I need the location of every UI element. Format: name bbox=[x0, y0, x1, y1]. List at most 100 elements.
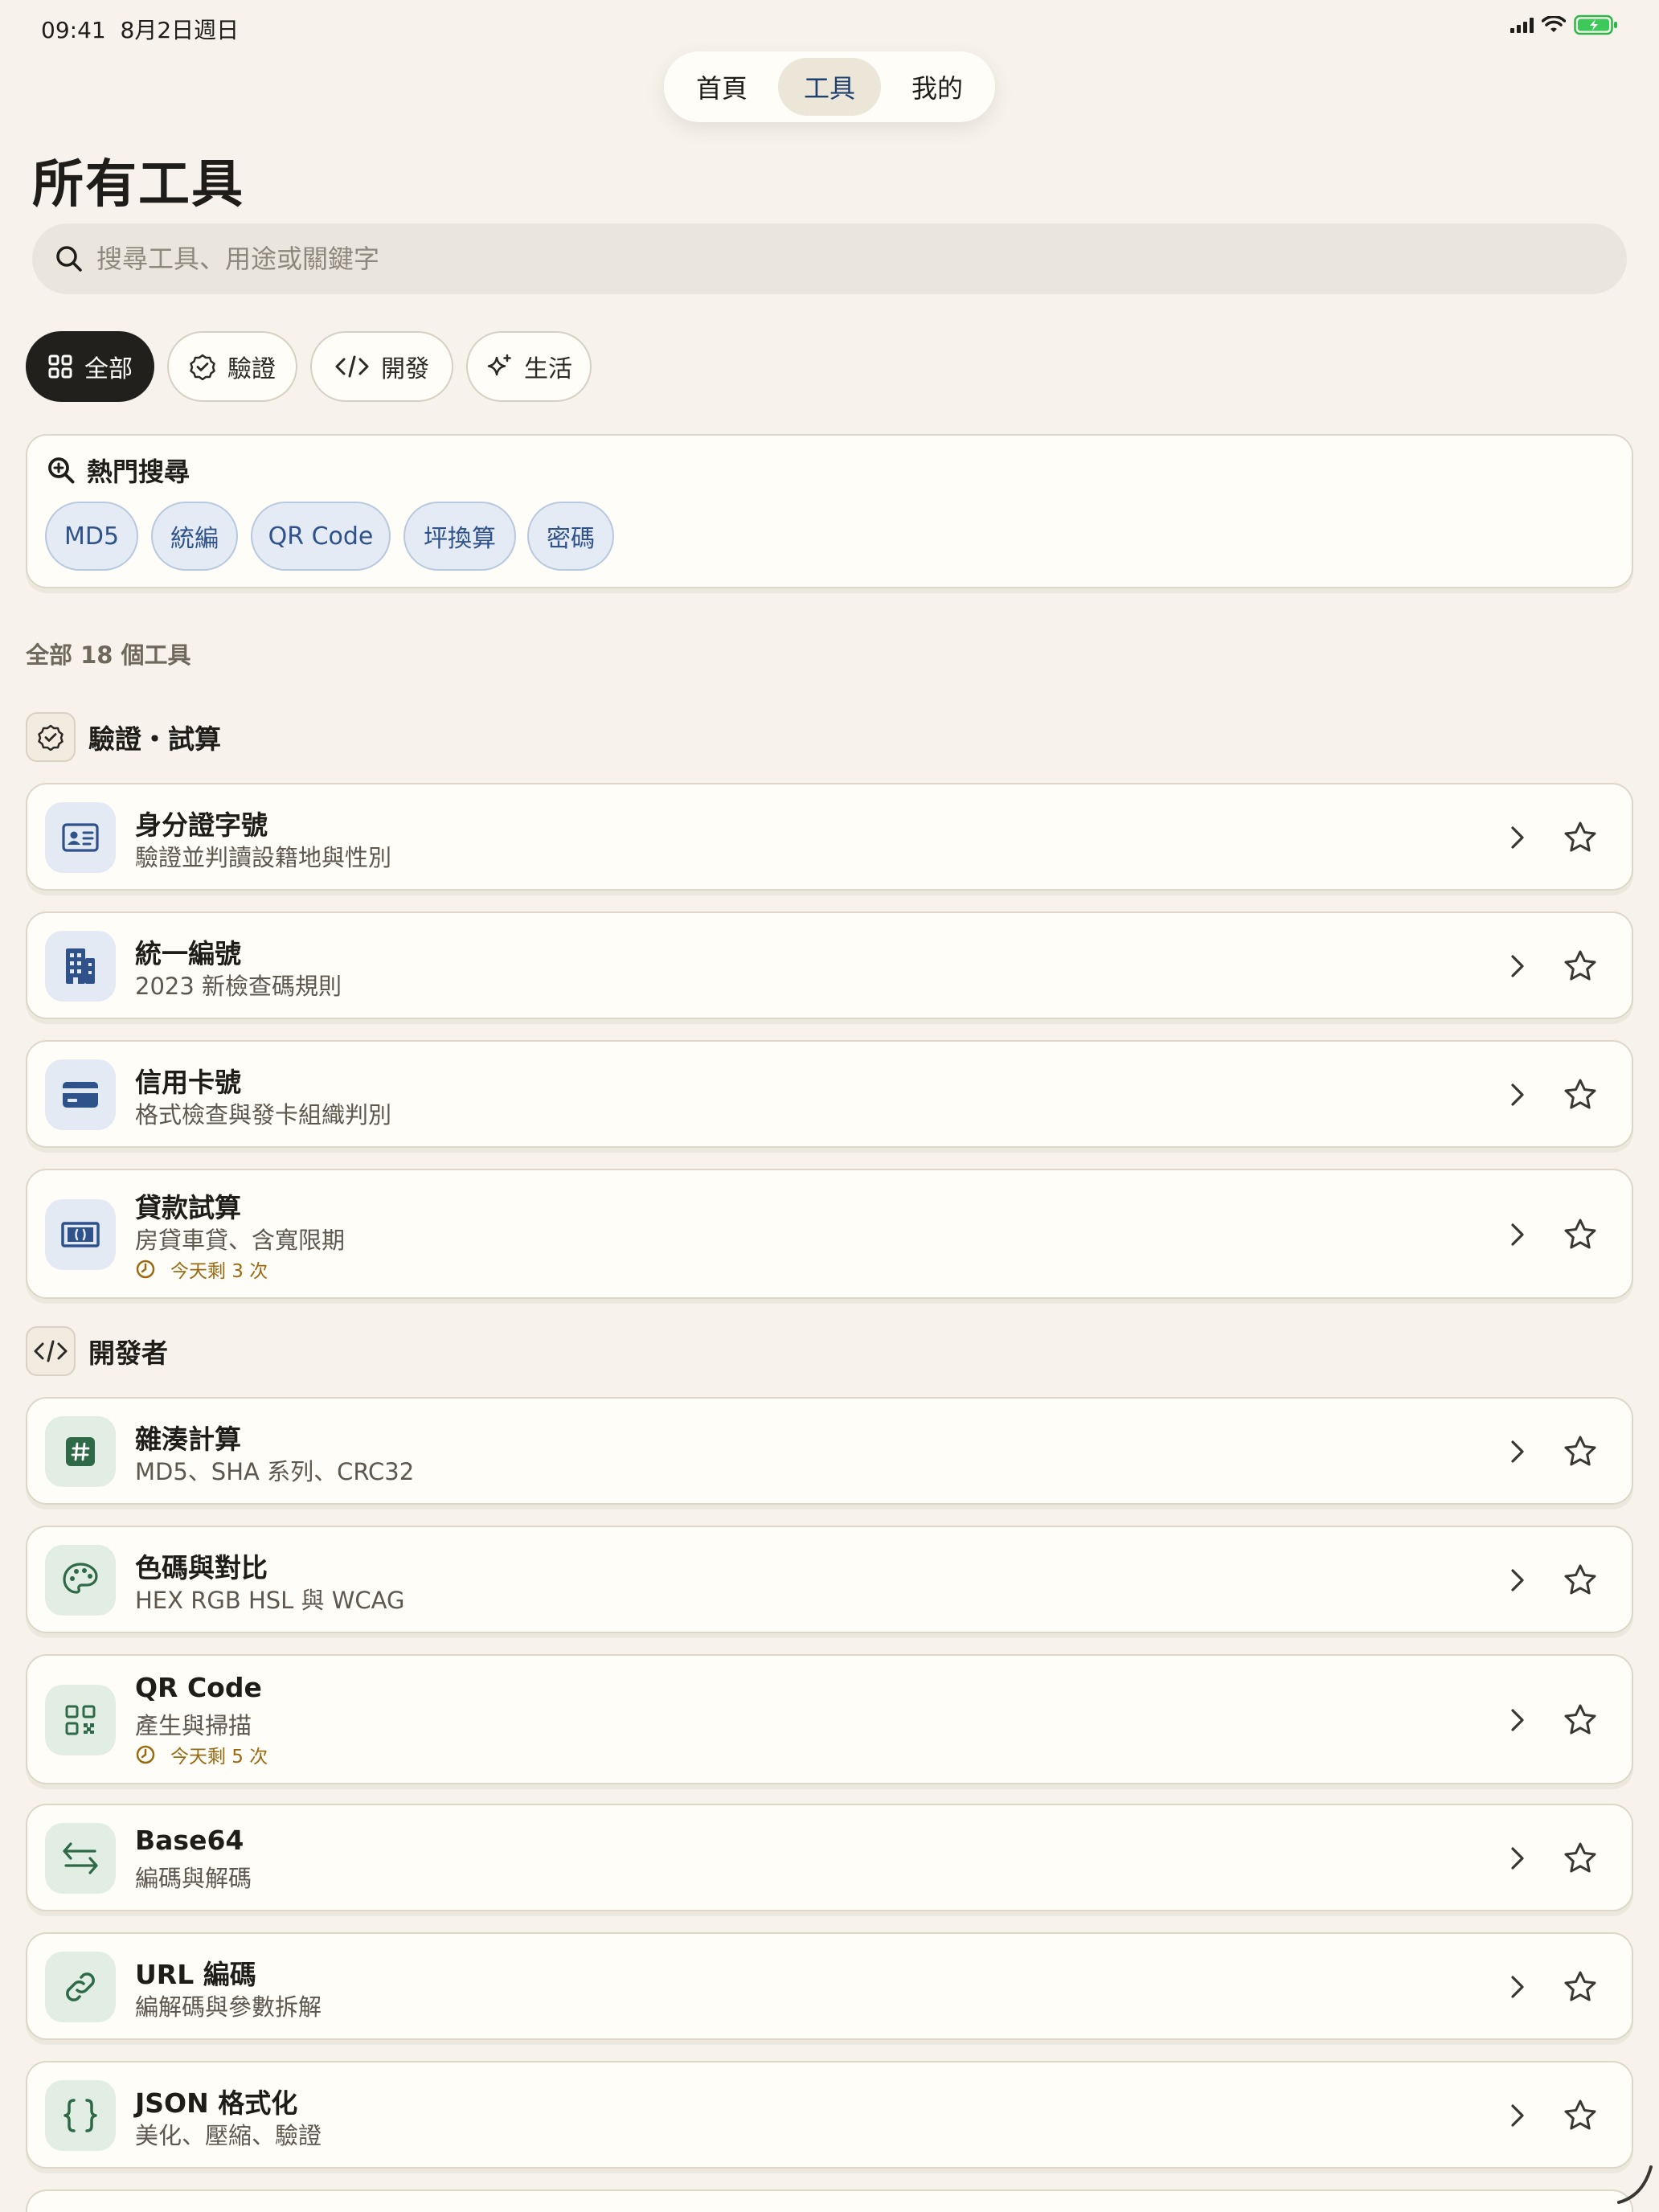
chevron-right-icon bbox=[1503, 952, 1532, 981]
status-icons bbox=[1510, 13, 1619, 37]
favorite-star-icon[interactable] bbox=[1561, 1701, 1600, 1739]
tool-card-partial[interactable] bbox=[26, 2189, 1633, 2212]
favorite-star-icon[interactable] bbox=[1561, 1075, 1600, 1114]
quota-text: 今天剩 5 次 bbox=[170, 1747, 268, 1768]
tool-desc: 格式檢查與發卡組織判別 bbox=[135, 1101, 392, 1129]
credit-card-icon bbox=[45, 1059, 116, 1130]
hot-search-title: 熱門搜尋 bbox=[87, 457, 190, 487]
hot-tag[interactable]: 密碼 bbox=[527, 502, 614, 571]
check-badge-icon bbox=[190, 354, 215, 380]
tool-card-id-number[interactable]: 身分證字號 驗證並判讀設籍地與性別 bbox=[26, 783, 1633, 891]
hot-tag[interactable]: MD5 bbox=[45, 502, 138, 571]
grid-icon bbox=[48, 354, 72, 379]
code-icon bbox=[335, 355, 369, 378]
tool-title: Base64 bbox=[135, 1825, 244, 1856]
section-title: 驗證・試算 bbox=[88, 723, 221, 755]
code-icon bbox=[26, 1326, 76, 1376]
tool-title: 身分證字號 bbox=[135, 809, 268, 841]
favorite-star-icon[interactable] bbox=[1561, 947, 1600, 985]
hot-tag[interactable]: 坪換算 bbox=[403, 502, 516, 571]
palette-icon bbox=[45, 1545, 116, 1616]
battery-charging-icon bbox=[1574, 14, 1617, 35]
tool-card-color[interactable]: 色碼與對比 HEX RGB HSL 與 WCAG bbox=[26, 1526, 1633, 1633]
filter-chip-label: 驗證 bbox=[227, 355, 276, 383]
building-icon bbox=[45, 931, 116, 1002]
search-input[interactable] bbox=[96, 244, 1627, 274]
chevron-right-icon bbox=[1503, 1080, 1532, 1109]
clock-icon bbox=[136, 1260, 155, 1279]
tool-desc: HEX RGB HSL 與 WCAG bbox=[135, 1587, 405, 1614]
tool-card-hash[interactable]: 雜湊計算 MD5、SHA 系列、CRC32 bbox=[26, 1397, 1633, 1505]
hot-tag[interactable]: 統編 bbox=[151, 502, 238, 571]
chevron-right-icon bbox=[1503, 1437, 1532, 1466]
filter-chip-life[interactable]: 生活 bbox=[466, 331, 592, 402]
chevron-right-icon bbox=[1503, 1566, 1532, 1595]
tool-card-tax-id[interactable]: 統一編號 2023 新檢查碼規則 bbox=[26, 911, 1633, 1019]
page-title: 所有工具 bbox=[32, 155, 244, 215]
search-bar[interactable] bbox=[32, 223, 1627, 294]
tool-card-credit-card[interactable]: 信用卡號 格式檢查與發卡組織判別 bbox=[26, 1040, 1633, 1148]
braces-icon bbox=[45, 2080, 116, 2151]
chevron-right-icon bbox=[1503, 823, 1532, 852]
sparkle-icon bbox=[487, 354, 511, 376]
hash-icon bbox=[45, 1416, 116, 1487]
banknote-icon bbox=[45, 1199, 116, 1270]
tab-tools[interactable]: 工具 bbox=[777, 58, 881, 116]
favorite-star-icon[interactable] bbox=[1561, 1839, 1600, 1878]
filter-chip-label: 開發 bbox=[381, 355, 429, 383]
tool-card-base64[interactable]: Base64 編碼與解碼 bbox=[26, 1804, 1633, 1911]
favorite-star-icon[interactable] bbox=[1561, 1215, 1600, 1254]
clock-icon bbox=[136, 1745, 155, 1764]
filter-chip-all[interactable]: 全部 bbox=[26, 331, 154, 402]
chevron-right-icon bbox=[1503, 1972, 1532, 2001]
favorite-star-icon[interactable] bbox=[1561, 1968, 1600, 2006]
tab-home[interactable]: 首頁 bbox=[670, 58, 773, 116]
tool-title: QR Code bbox=[135, 1672, 262, 1703]
section-title: 開發者 bbox=[88, 1337, 168, 1369]
tool-card-json[interactable]: JSON 格式化 美化、壓縮、驗證 bbox=[26, 2061, 1633, 2169]
tool-title: JSON 格式化 bbox=[135, 2087, 298, 2119]
chevron-right-icon bbox=[1503, 1706, 1532, 1735]
filter-chip-label: 生活 bbox=[524, 355, 572, 383]
filter-chip-label: 全部 bbox=[84, 355, 133, 383]
tool-card-loan[interactable]: 貸款試算 房貸車貸、含寬限期 今天剩 3 次 bbox=[26, 1169, 1633, 1299]
tool-title: 貸款試算 bbox=[135, 1192, 241, 1223]
search-zoom-icon bbox=[48, 457, 75, 484]
tool-card-qr[interactable]: QR Code 產生與掃描 今天剩 5 次 bbox=[26, 1654, 1633, 1784]
favorite-star-icon[interactable] bbox=[1561, 818, 1600, 857]
id-card-icon bbox=[45, 802, 116, 873]
filter-chip-dev[interactable]: 開發 bbox=[310, 331, 453, 402]
favorite-star-icon[interactable] bbox=[1561, 1432, 1600, 1471]
chevron-right-icon bbox=[1503, 1844, 1532, 1873]
section-header-verify: 驗證・試算 bbox=[26, 712, 221, 762]
status-date: 8月2日週日 bbox=[120, 17, 240, 43]
usage-quota: 今天剩 3 次 bbox=[135, 1256, 268, 1283]
filter-chip-verify[interactable]: 驗證 bbox=[167, 331, 297, 402]
check-badge-icon bbox=[26, 712, 76, 762]
main-tab-switcher: 首頁 工具 我的 bbox=[664, 51, 995, 122]
tool-title: 雜湊計算 bbox=[135, 1423, 241, 1455]
qr-icon bbox=[45, 1685, 116, 1755]
hot-search-heading: 熱門搜尋 bbox=[47, 452, 190, 489]
tab-profile[interactable]: 我的 bbox=[886, 58, 989, 116]
scroll-indicator-icon[interactable] bbox=[1611, 2162, 1656, 2207]
favorite-star-icon[interactable] bbox=[1561, 2096, 1600, 2135]
tool-desc: 2023 新檢查碼規則 bbox=[135, 973, 342, 1000]
tool-card-url[interactable]: URL 編碼 編解碼與參數拆解 bbox=[26, 1932, 1633, 2040]
tool-desc: MD5、SHA 系列、CRC32 bbox=[135, 1458, 415, 1485]
cellular-signal-icon bbox=[1510, 17, 1534, 33]
tool-title: URL 編碼 bbox=[135, 1959, 256, 1990]
tool-desc: 產生與掃描 bbox=[135, 1712, 252, 1739]
favorite-star-icon[interactable] bbox=[1561, 1561, 1600, 1600]
tool-title: 色碼與對比 bbox=[135, 1552, 268, 1583]
tool-desc: 編碼與解碼 bbox=[135, 1865, 252, 1892]
wifi-icon bbox=[1542, 16, 1566, 32]
tool-title: 統一編號 bbox=[135, 938, 241, 969]
section-header-dev: 開發者 bbox=[26, 1326, 168, 1376]
status-clock: 09:41 bbox=[41, 17, 106, 43]
hot-search-card: 熱門搜尋 MD5 統編 QR Code 坪換算 密碼 bbox=[26, 434, 1633, 588]
quota-text: 今天剩 3 次 bbox=[170, 1261, 268, 1282]
tool-count: 全部 18 個工具 bbox=[26, 641, 191, 669]
tool-desc: 驗證並判讀設籍地與性別 bbox=[135, 844, 392, 871]
hot-tag[interactable]: QR Code bbox=[251, 502, 391, 571]
